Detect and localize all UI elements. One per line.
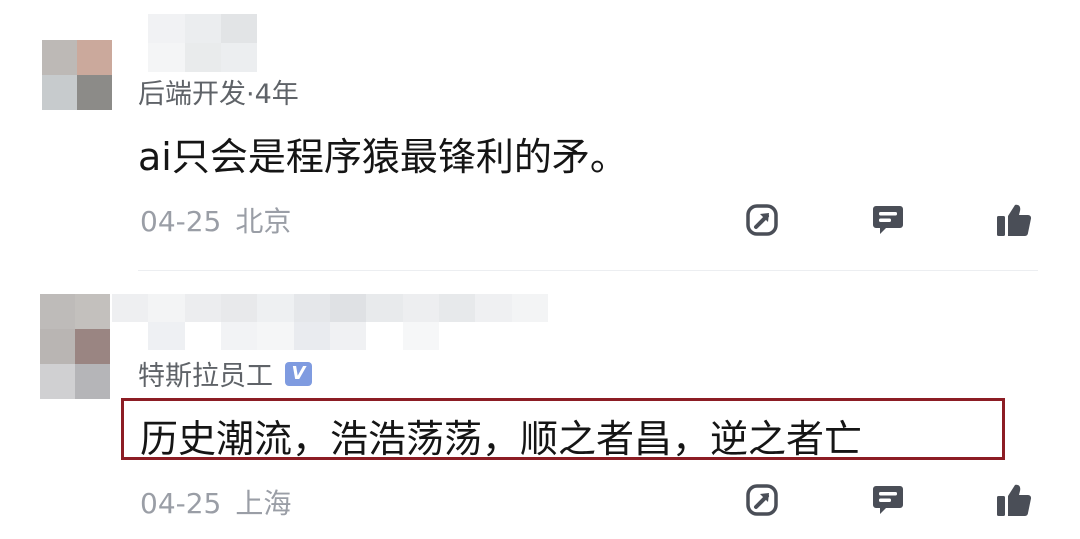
avatar[interactable] (42, 40, 112, 110)
share-button[interactable] (740, 478, 784, 522)
mosaic-pixel (511, 294, 548, 322)
mosaic-pixel (293, 322, 330, 350)
mosaic-pixel (112, 14, 149, 43)
mosaic-pixel (438, 322, 476, 350)
user-tag-label: 后端开发·4年 (138, 79, 299, 110)
mosaic-pixel (112, 322, 149, 350)
mosaic-pixel (112, 294, 149, 322)
mosaic-pixel (257, 294, 294, 322)
avatar[interactable] (40, 294, 110, 399)
reply-icon (873, 486, 903, 514)
comment-item: 特斯拉员工 V 历史潮流，浩浩荡荡，顺之者昌，逆之者亡 04-25 上海 (0, 272, 1080, 539)
mosaic-pixel (220, 43, 257, 72)
mosaic-pixel (148, 322, 185, 350)
reply-button[interactable] (866, 478, 910, 522)
thumbs-up-icon (997, 484, 1032, 516)
mosaic-pixel (220, 322, 258, 350)
comment-date: 04-25 (140, 487, 222, 520)
mosaic-pixel (75, 329, 110, 364)
mosaic-pixel (257, 322, 294, 350)
mosaic-pixel (148, 43, 185, 72)
comment-meta: 04-25 上海 (140, 482, 291, 522)
mosaic-pixel (184, 322, 221, 350)
like-button[interactable] (992, 478, 1036, 522)
comment-text: ai只会是程序猿最锋利的矛。 (138, 135, 628, 179)
reply-icon (873, 206, 903, 234)
username-redacted[interactable] (112, 294, 548, 350)
comment-location: 上海 (235, 487, 292, 520)
mosaic-pixel (220, 14, 257, 43)
mosaic-pixel (366, 294, 403, 322)
mosaic-pixel (40, 294, 75, 329)
mosaic-pixel (329, 294, 367, 322)
mosaic-pixel (42, 75, 77, 110)
share-icon (746, 204, 778, 236)
comment-date: 04-25 (140, 205, 222, 238)
comment-meta: 04-25 北京 (140, 200, 291, 240)
mosaic-pixel (366, 322, 403, 350)
mosaic-pixel (475, 322, 512, 350)
username-redacted[interactable] (112, 14, 257, 72)
mosaic-pixel (112, 43, 149, 72)
comment-divider (138, 270, 1038, 271)
mosaic-pixel (42, 40, 77, 75)
mosaic-pixel (402, 322, 439, 350)
mosaic-pixel (184, 14, 221, 43)
mosaic-pixel (148, 294, 185, 322)
user-tag: 后端开发·4年 (138, 72, 299, 111)
mosaic-pixel (438, 294, 476, 322)
mosaic-pixel (220, 294, 258, 322)
share-icon (746, 484, 778, 516)
comment-text: 历史潮流，浩浩荡荡，顺之者昌，逆之者亡 (140, 417, 863, 461)
comment-location: 北京 (235, 205, 292, 238)
mosaic-pixel (184, 294, 221, 322)
mosaic-pixel (329, 322, 367, 350)
mosaic-pixel (293, 294, 330, 322)
mosaic-pixel (184, 43, 221, 72)
share-button[interactable] (740, 198, 784, 242)
verified-badge-icon: V (285, 361, 312, 386)
like-button[interactable] (992, 198, 1036, 242)
comment-item: 后端开发·4年 ai只会是程序猿最锋利的矛。 04-25 北京 (0, 0, 1080, 272)
mosaic-pixel (77, 40, 112, 75)
reply-button[interactable] (866, 198, 910, 242)
mosaic-pixel (75, 294, 110, 329)
mosaic-pixel (75, 364, 110, 399)
user-tag: 特斯拉员工 V (138, 354, 312, 393)
mosaic-pixel (77, 75, 112, 110)
mosaic-pixel (511, 322, 548, 350)
mosaic-pixel (402, 294, 439, 322)
thumbs-up-icon (997, 204, 1032, 236)
mosaic-pixel (40, 329, 75, 364)
mosaic-pixel (475, 294, 512, 322)
user-tag-label: 特斯拉员工 (138, 361, 273, 392)
mosaic-pixel (40, 364, 75, 399)
mosaic-pixel (148, 14, 185, 43)
